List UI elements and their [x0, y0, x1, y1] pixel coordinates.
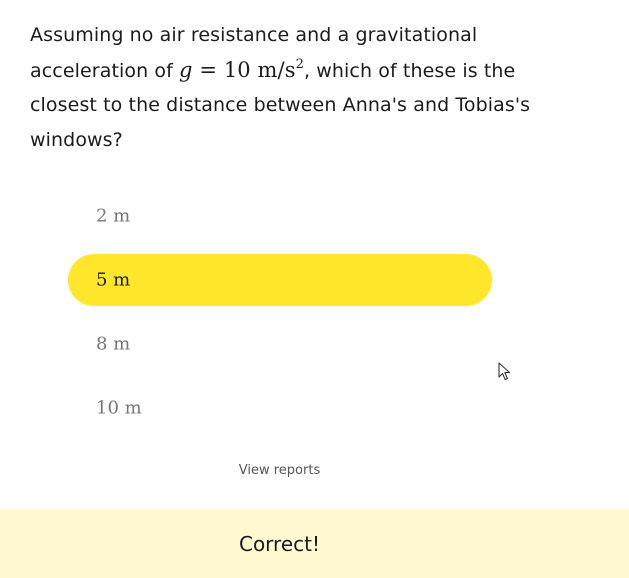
answer-options: 2 m 5 m 8 m 10 m	[68, 190, 492, 446]
math-expression: g = 10 m/s2	[179, 58, 304, 82]
mouse-pointer-icon	[498, 362, 511, 381]
answer-option-8m[interactable]: 8 m	[68, 318, 492, 370]
answer-option-5m[interactable]: 5 m	[68, 254, 492, 306]
answer-option-label: 8 m	[96, 333, 131, 355]
math-variable: g	[179, 57, 193, 82]
feedback-bar: Correct!	[0, 509, 629, 578]
math-equation: = 10 m/s	[192, 57, 296, 82]
answer-option-label: 2 m	[96, 205, 131, 227]
question-text: Assuming no air resistance and a gravita…	[30, 18, 550, 157]
math-exponent: 2	[295, 56, 304, 72]
feedback-text: Correct!	[238, 531, 320, 556]
answer-option-2m[interactable]: 2 m	[68, 190, 492, 242]
view-reports-link[interactable]: View reports	[0, 463, 559, 478]
answer-option-label: 10 m	[96, 397, 142, 419]
answer-option-10m[interactable]: 10 m	[68, 382, 492, 434]
answer-option-label: 5 m	[96, 269, 131, 291]
